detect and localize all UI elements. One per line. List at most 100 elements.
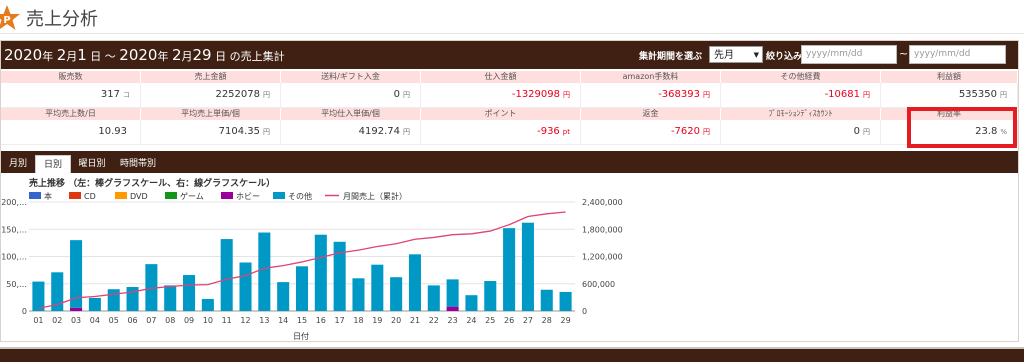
y-right-tick: 600,000 — [582, 280, 615, 289]
x-tick: 11 — [222, 316, 232, 325]
page-header: P 売上分析 — [0, 0, 1024, 36]
y-left-tick: 200,… — [1, 198, 27, 207]
profit-highlight-box — [907, 107, 1017, 148]
bar-other — [164, 285, 177, 311]
x-tick: 17 — [335, 316, 345, 325]
x-tick: 27 — [523, 316, 533, 325]
p-logo-icon: P — [0, 5, 20, 30]
x-tick: 28 — [542, 316, 552, 325]
bar-other — [220, 239, 233, 311]
stat-value: 0円 — [721, 120, 881, 144]
bar-other — [446, 279, 459, 307]
y-left-tick: 100,… — [1, 253, 27, 262]
bar-other — [32, 281, 45, 311]
period-select-value: 先月 — [714, 50, 734, 61]
tab-daily[interactable]: 日別 — [35, 155, 71, 173]
period-bar: 2020年 2月1 日 ～ 2020年 2月29 日 の売上集計 集計期間を選ぶ… — [1, 41, 1018, 69]
x-tick: 10 — [203, 316, 213, 325]
stat-value: 10.93 — [1, 120, 141, 144]
period-summary: 2020年 2月1 日 ～ 2020年 2月29 日 の売上集計 — [4, 46, 285, 64]
bar-hobby — [446, 306, 459, 311]
page-divider — [0, 33, 1024, 34]
stat-label: ポイント — [421, 108, 581, 120]
chart-legend: 本 CD DVD ゲーム ホビー その他 月間売上（累計） — [29, 191, 407, 201]
stats-table: 販売数 売上金額 送料/ギフト入金 仕入金額 amazon手数料 その他経費 利益額 317… — [1, 71, 1018, 145]
x-tick: 02 — [52, 316, 62, 325]
tab-weekday[interactable]: 曜日別 — [71, 155, 113, 173]
legend-label: ホビー — [236, 192, 260, 201]
stat-value: -10681 円 — [721, 83, 881, 107]
stat-value: -936 pt — [421, 120, 581, 144]
chart-title: 売上推移 （左：棒グラフスケール、右：線グラフスケール） — [29, 177, 275, 189]
x-tick: 13 — [259, 316, 269, 325]
x-tick: 19 — [372, 316, 382, 325]
sales-chart-svg: 売上推移 （左：棒グラフスケール、右：線グラフスケール） 本 CD DVD ゲーム ホビ… — [1, 177, 623, 341]
x-tick: 04 — [90, 316, 100, 325]
bar-other — [408, 254, 421, 311]
bar-other — [88, 297, 101, 311]
stat-label: 送料/ギフト入金 — [281, 71, 421, 83]
stat-value: -368393 円 — [581, 83, 721, 107]
bar-other — [314, 234, 327, 311]
stat-label: amazon手数料 — [581, 71, 721, 83]
bar-other — [201, 299, 214, 311]
period-tabs: 月別 日別 曜日別 時間帯別 — [1, 151, 1018, 173]
x-tick: 14 — [278, 316, 288, 325]
stat-value: 0円 — [281, 83, 421, 107]
sales-chart: 売上推移 （左：棒グラフスケール、右：線グラフスケール） 本 CD DVD ゲーム ホビ… — [1, 173, 1018, 341]
x-tick: 07 — [146, 316, 156, 325]
bar-other — [521, 222, 534, 311]
x-tick: 22 — [429, 316, 439, 325]
legend-label: 本 — [44, 191, 52, 201]
x-tick: 18 — [353, 316, 363, 325]
bar-other — [465, 295, 478, 311]
tab-monthly[interactable]: 月別 — [1, 155, 35, 173]
sales-panel: 2020年 2月1 日 ～ 2020年 2月29 日 の売上集計 集計期間を選ぶ… — [0, 40, 1019, 342]
chart-bars — [32, 222, 572, 311]
bar-other — [239, 262, 252, 311]
period-select-label: 集計期間を選ぶ — [639, 52, 703, 62]
stat-label: 販売数 — [1, 71, 141, 83]
bar-other — [107, 289, 120, 311]
stat-value: -7620 円 — [581, 120, 721, 144]
bar-other — [390, 277, 403, 311]
bar-other — [484, 281, 497, 311]
x-tick: 09 — [184, 316, 194, 325]
x-tick: 08 — [165, 316, 175, 325]
bar-other — [183, 275, 196, 311]
y-right-tick: 1,800,000 — [582, 225, 623, 234]
legend-label: CD — [84, 192, 96, 201]
stat-value: 317 コ — [1, 83, 141, 107]
y-left-tick: 150,… — [1, 225, 27, 234]
y-left-tick: 50,… — [6, 280, 27, 289]
stat-label: ﾌﾟﾛﾓｰｼｮﾝﾃﾞｨｽｶｳﾝﾄ — [721, 108, 881, 120]
tab-hourly[interactable]: 時間帯別 — [113, 155, 163, 173]
stat-label: 売上金額 — [141, 71, 281, 83]
x-axis-label: 日付 — [293, 331, 309, 341]
range-separator: ~ — [899, 47, 909, 60]
legend-label: その他 — [288, 191, 312, 201]
bar-other — [503, 228, 516, 311]
start-date-input[interactable]: yyyy/mm/dd — [801, 45, 897, 64]
bar-other — [277, 282, 290, 311]
legend-label: 月間売上（累計） — [343, 191, 407, 201]
x-tick: 25 — [485, 316, 495, 325]
x-tick: 15 — [297, 316, 307, 325]
legend-swatch — [69, 192, 81, 199]
x-tick: 01 — [33, 316, 43, 325]
bar-hobby — [70, 307, 83, 311]
end-date-input[interactable]: yyyy/mm/dd — [909, 45, 1006, 64]
legend-swatch — [115, 192, 127, 199]
x-tick: 21 — [410, 316, 420, 325]
stat-label: 返金 — [581, 108, 721, 120]
period-select[interactable]: 先月 ▼ — [709, 46, 763, 63]
stat-label: 仕入金額 — [421, 71, 581, 83]
x-tick: 06 — [127, 316, 137, 325]
bar-other — [559, 291, 572, 311]
stat-value: -1329098 円 — [421, 83, 581, 107]
x-tick: 12 — [240, 316, 250, 325]
y-left-tick: 0 — [22, 307, 27, 316]
x-tick: 05 — [109, 316, 119, 325]
y-right-tick: 2,400,000 — [582, 198, 623, 207]
stat-label: 平均売上数/日 — [1, 108, 141, 120]
